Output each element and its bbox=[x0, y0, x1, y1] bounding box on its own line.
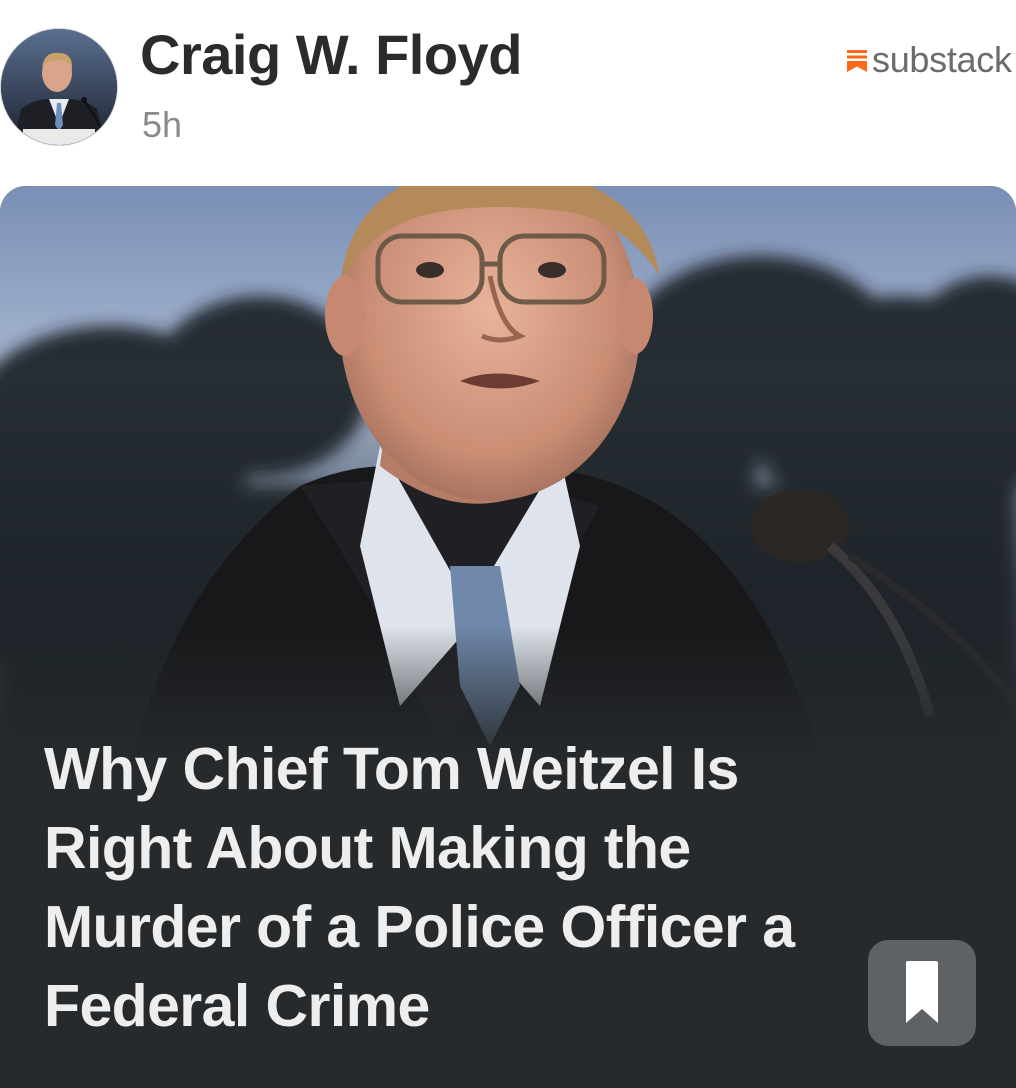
article-card[interactable]: Why Chief Tom Weitzel Is Right About Mak… bbox=[0, 186, 1016, 1088]
avatar[interactable] bbox=[0, 28, 118, 146]
bookmark-icon bbox=[906, 961, 938, 1023]
substack-icon bbox=[847, 50, 867, 72]
author-name[interactable]: Craig W. Floyd bbox=[140, 22, 522, 87]
avatar-image bbox=[1, 29, 117, 145]
post-timestamp: 5h bbox=[142, 104, 183, 145]
source-badge[interactable]: substack bbox=[846, 40, 1016, 80]
bookmark-button[interactable] bbox=[868, 940, 976, 1046]
feed-post: Craig W. Floyd 5h substack Why Chief Tom… bbox=[0, 0, 1016, 1088]
source-label: substack bbox=[872, 40, 1012, 80]
post-header: Craig W. Floyd 5h substack bbox=[0, 0, 1016, 186]
article-headline[interactable]: Why Chief Tom Weitzel Is Right About Mak… bbox=[44, 730, 844, 1046]
